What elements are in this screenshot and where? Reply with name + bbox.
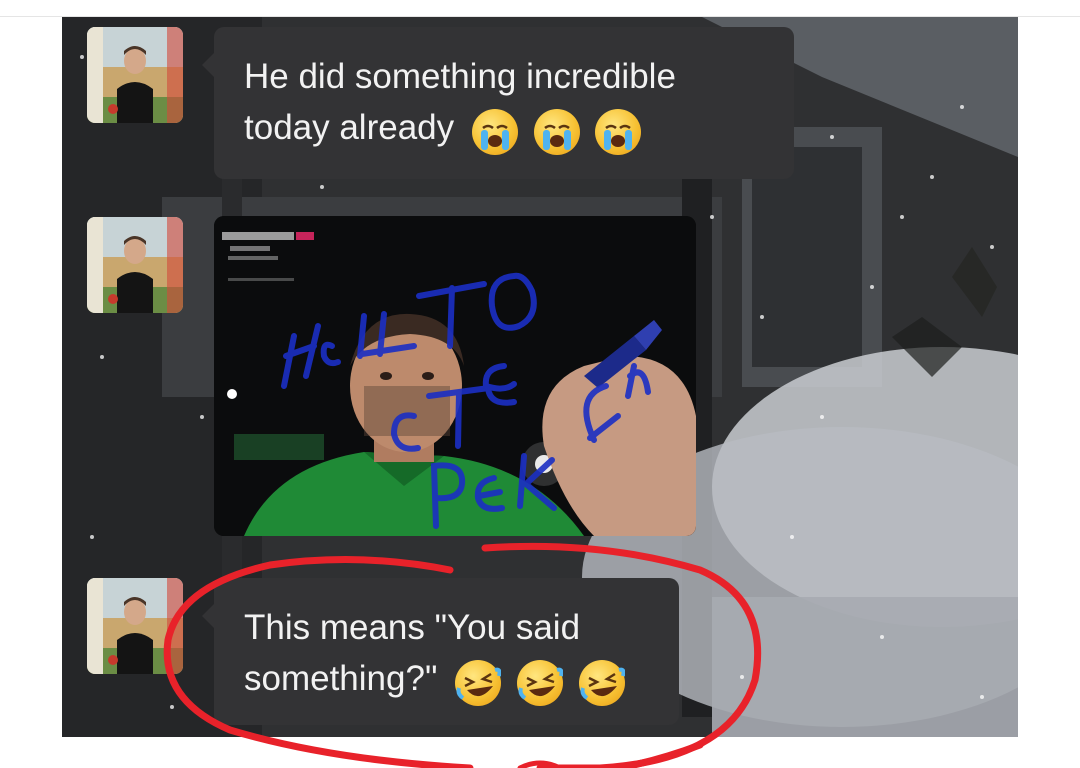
loudly-crying-face-icon: [595, 109, 642, 155]
rolling-on-floor-laughing-icon: [516, 660, 563, 706]
bubble-tail: [202, 53, 214, 77]
photo-message[interactable]: [214, 216, 696, 536]
loudly-crying-face-icon: [533, 109, 580, 155]
bubble-tail: [202, 604, 214, 628]
rolling-on-floor-laughing-icon: [578, 660, 625, 706]
tv-broadcast-photo: [214, 216, 696, 536]
sender-avatar[interactable]: [87, 217, 183, 313]
emoji-group: [471, 104, 647, 155]
emoji-group: [455, 655, 630, 706]
sender-avatar[interactable]: [87, 578, 183, 674]
sender-avatar[interactable]: [87, 27, 183, 123]
loudly-crying-face-icon: [471, 109, 518, 155]
rolling-on-floor-laughing-icon: [455, 660, 502, 706]
chat-screenshot: He did something incredible today alread…: [62, 17, 1018, 737]
message-bubble[interactable]: He did something incredible today alread…: [202, 27, 794, 179]
message-bubble[interactable]: This means "You said something?": [202, 578, 679, 725]
